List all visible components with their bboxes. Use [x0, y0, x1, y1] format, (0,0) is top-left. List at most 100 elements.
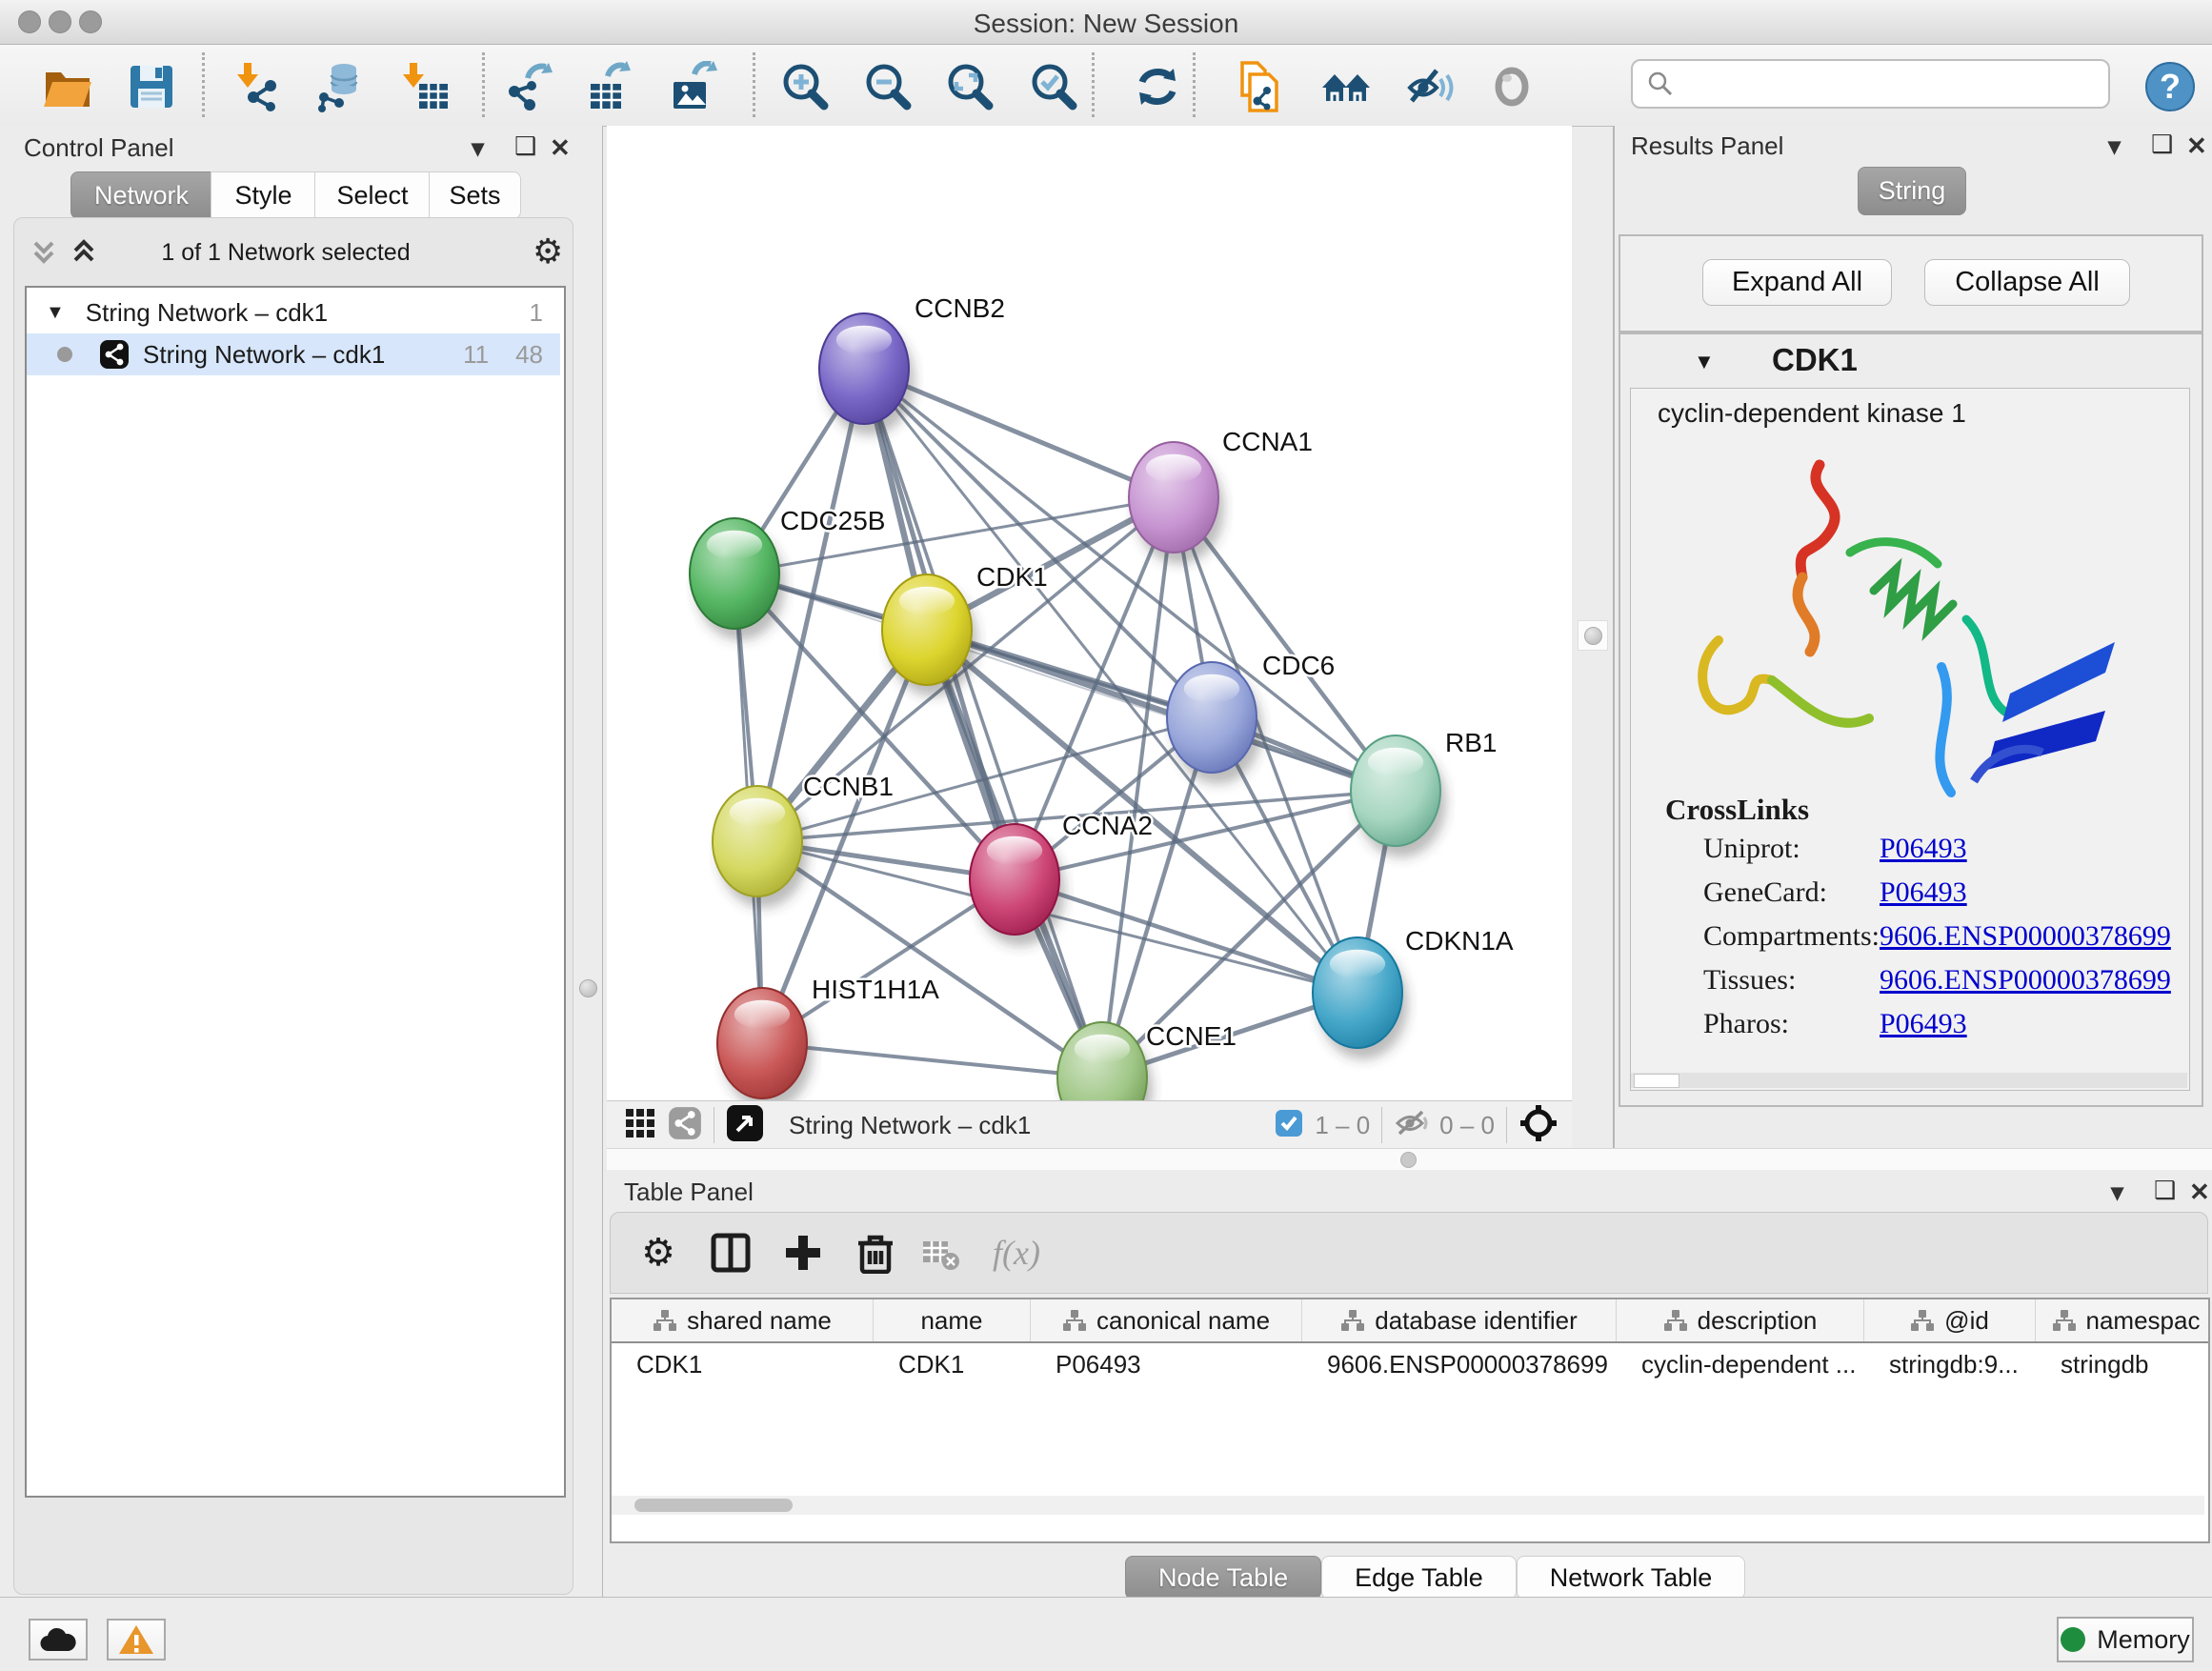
- collapse-all-button[interactable]: Collapse All: [1924, 259, 2130, 306]
- table-toolbar: ⚙ f(x): [610, 1212, 2208, 1294]
- zoom-selected-button[interactable]: [1026, 60, 1079, 113]
- delete-table-icon[interactable]: [914, 1226, 967, 1279]
- current-network-dot-icon: [57, 347, 72, 362]
- network-node-CCNA2[interactable]: [970, 824, 1065, 946]
- horizontal-splitter[interactable]: [607, 1148, 2212, 1172]
- first-neighbors-button[interactable]: [1319, 60, 1373, 113]
- crosslink-value[interactable]: P06493: [1880, 833, 1967, 865]
- panel-splitter-grip[interactable]: [1578, 620, 1608, 651]
- cloud-status-button[interactable]: [29, 1619, 88, 1661]
- panel-close-icon[interactable]: ✕: [2186, 131, 2207, 161]
- search-field[interactable]: [1631, 59, 2110, 109]
- column-header[interactable]: database identifier: [1302, 1299, 1617, 1341]
- panel-splitter-grip[interactable]: [573, 974, 602, 1002]
- string-network-badge-icon[interactable]: [668, 1106, 702, 1145]
- network-node-RB1[interactable]: [1351, 735, 1446, 857]
- node-label-CCNA1: CCNA1: [1222, 427, 1313, 456]
- expand-all-networks-icon[interactable]: [28, 235, 60, 272]
- new-network-from-selection-button[interactable]: [1234, 60, 1287, 113]
- memory-button[interactable]: Memory: [2057, 1617, 2194, 1662]
- tab-edge-table[interactable]: Edge Table: [1321, 1556, 1517, 1600]
- zoom-out-button[interactable]: [860, 60, 914, 113]
- network-collection-row[interactable]: ▼ String Network – cdk1 1: [27, 292, 560, 333]
- panel-float-icon[interactable]: ❑: [2154, 1176, 2176, 1205]
- network-node-CDC6[interactable]: [1167, 662, 1262, 784]
- crosshair-icon[interactable]: [1518, 1103, 1558, 1148]
- network-node-HIST1H1A[interactable]: [717, 988, 813, 1100]
- column-header[interactable]: @id: [1864, 1299, 2036, 1341]
- export-network-button[interactable]: [500, 60, 553, 113]
- section-expander-icon[interactable]: ▼: [1694, 350, 1715, 374]
- collapse-all-networks-icon[interactable]: [68, 235, 100, 272]
- zoom-fit-button[interactable]: [942, 60, 995, 113]
- column-header[interactable]: name: [874, 1299, 1031, 1341]
- results-panel: Results Panel ▾ ❑ ✕ String Expand All Co…: [1613, 126, 2212, 1148]
- panel-close-icon[interactable]: ✕: [550, 133, 571, 163]
- panel-float-icon[interactable]: ❑: [2151, 130, 2173, 159]
- network-node-CCNA1[interactable]: [1129, 442, 1224, 564]
- hidden-eye-icon[interactable]: [1394, 1108, 1430, 1143]
- tab-string[interactable]: String: [1858, 167, 1966, 215]
- selected-checkbox-icon[interactable]: [1275, 1109, 1303, 1142]
- table-settings-gear-icon[interactable]: ⚙: [632, 1226, 685, 1279]
- tab-select[interactable]: Select: [314, 171, 431, 219]
- import-table-file-button[interactable]: [399, 60, 452, 113]
- crosslink-label: GeneCard:: [1703, 876, 1827, 908]
- delete-column-trash-icon[interactable]: [849, 1226, 902, 1279]
- crosslink-value[interactable]: 9606.ENSP00000378699: [1880, 920, 2171, 953]
- crosslink-value[interactable]: P06493: [1880, 876, 1967, 909]
- column-header[interactable]: shared name: [612, 1299, 874, 1341]
- expand-all-button[interactable]: Expand All: [1702, 259, 1892, 306]
- table-horizontal-scrollbar[interactable]: [612, 1496, 2204, 1515]
- scrollbar-thumb[interactable]: [634, 1499, 793, 1512]
- function-builder-icon[interactable]: f(x): [990, 1226, 1043, 1279]
- network-row-selected[interactable]: String Network – cdk1 11 48: [27, 333, 560, 375]
- graphics-details-button[interactable]: [1485, 60, 1538, 113]
- help-button[interactable]: ?: [2143, 60, 2197, 113]
- panel-close-icon[interactable]: ✕: [2189, 1178, 2210, 1207]
- crosslink-value[interactable]: P06493: [1880, 1008, 1967, 1040]
- tab-sets[interactable]: Sets: [429, 171, 521, 219]
- search-input[interactable]: [1675, 69, 2079, 100]
- grid-view-icon[interactable]: [624, 1107, 656, 1144]
- houses-icon: [1320, 61, 1372, 112]
- network-node-CCNB1[interactable]: [713, 786, 808, 908]
- network-canvas[interactable]: CCNB2CCNA1CDC25BCDK1CDC6RB1CCNB1CCNA2CDK…: [607, 126, 1572, 1100]
- show-columns-icon[interactable]: [704, 1226, 757, 1279]
- panel-float-icon[interactable]: ❑: [514, 131, 536, 161]
- horizontal-scrollbar[interactable]: [1631, 1073, 2187, 1088]
- section-title: CDK1: [1772, 342, 1858, 378]
- birdseye-view-icon[interactable]: [726, 1104, 764, 1147]
- export-table-button[interactable]: [582, 60, 635, 113]
- panel-menu-icon[interactable]: ▾: [472, 133, 484, 163]
- network-options-gear-icon[interactable]: ⚙: [533, 232, 563, 272]
- network-node-CDC25B[interactable]: [690, 518, 785, 640]
- tab-network-table[interactable]: Network Table: [1517, 1556, 1746, 1600]
- zoom-in-button[interactable]: [777, 60, 831, 113]
- open-session-button[interactable]: [41, 60, 94, 113]
- create-column-plus-icon[interactable]: [776, 1226, 830, 1279]
- panel-menu-icon[interactable]: ▾: [2111, 1178, 2123, 1207]
- tab-node-table[interactable]: Node Table: [1125, 1556, 1321, 1600]
- network-node-CCNE1[interactable]: [1057, 1022, 1153, 1100]
- collection-expander-icon[interactable]: ▼: [46, 302, 65, 324]
- panel-menu-icon[interactable]: ▾: [2108, 131, 2121, 161]
- network-node-CDKN1A[interactable]: [1313, 937, 1408, 1059]
- hide-selected-button[interactable]: [1403, 60, 1457, 113]
- save-session-button[interactable]: [125, 60, 178, 113]
- column-header[interactable]: description: [1617, 1299, 1864, 1341]
- export-image-button[interactable]: [665, 60, 718, 113]
- import-network-file-button[interactable]: [231, 60, 285, 113]
- tab-style[interactable]: Style: [211, 171, 316, 219]
- import-network-database-button[interactable]: [312, 60, 365, 113]
- network-node-CDK1[interactable]: [882, 574, 977, 696]
- tab-network[interactable]: Network: [70, 171, 212, 219]
- column-type-icon: [2052, 1308, 2077, 1333]
- crosslink-value[interactable]: 9606.ENSP00000378699: [1880, 964, 2171, 997]
- column-header[interactable]: canonical name: [1031, 1299, 1302, 1341]
- refresh-layout-button[interactable]: [1131, 60, 1184, 113]
- column-type-icon: [1663, 1308, 1688, 1333]
- table-row[interactable]: CDK1 CDK1 P06493 9606.ENSP00000378699 cy…: [612, 1343, 2208, 1385]
- warnings-button[interactable]: [107, 1619, 166, 1661]
- column-header[interactable]: namespac: [2036, 1299, 2210, 1341]
